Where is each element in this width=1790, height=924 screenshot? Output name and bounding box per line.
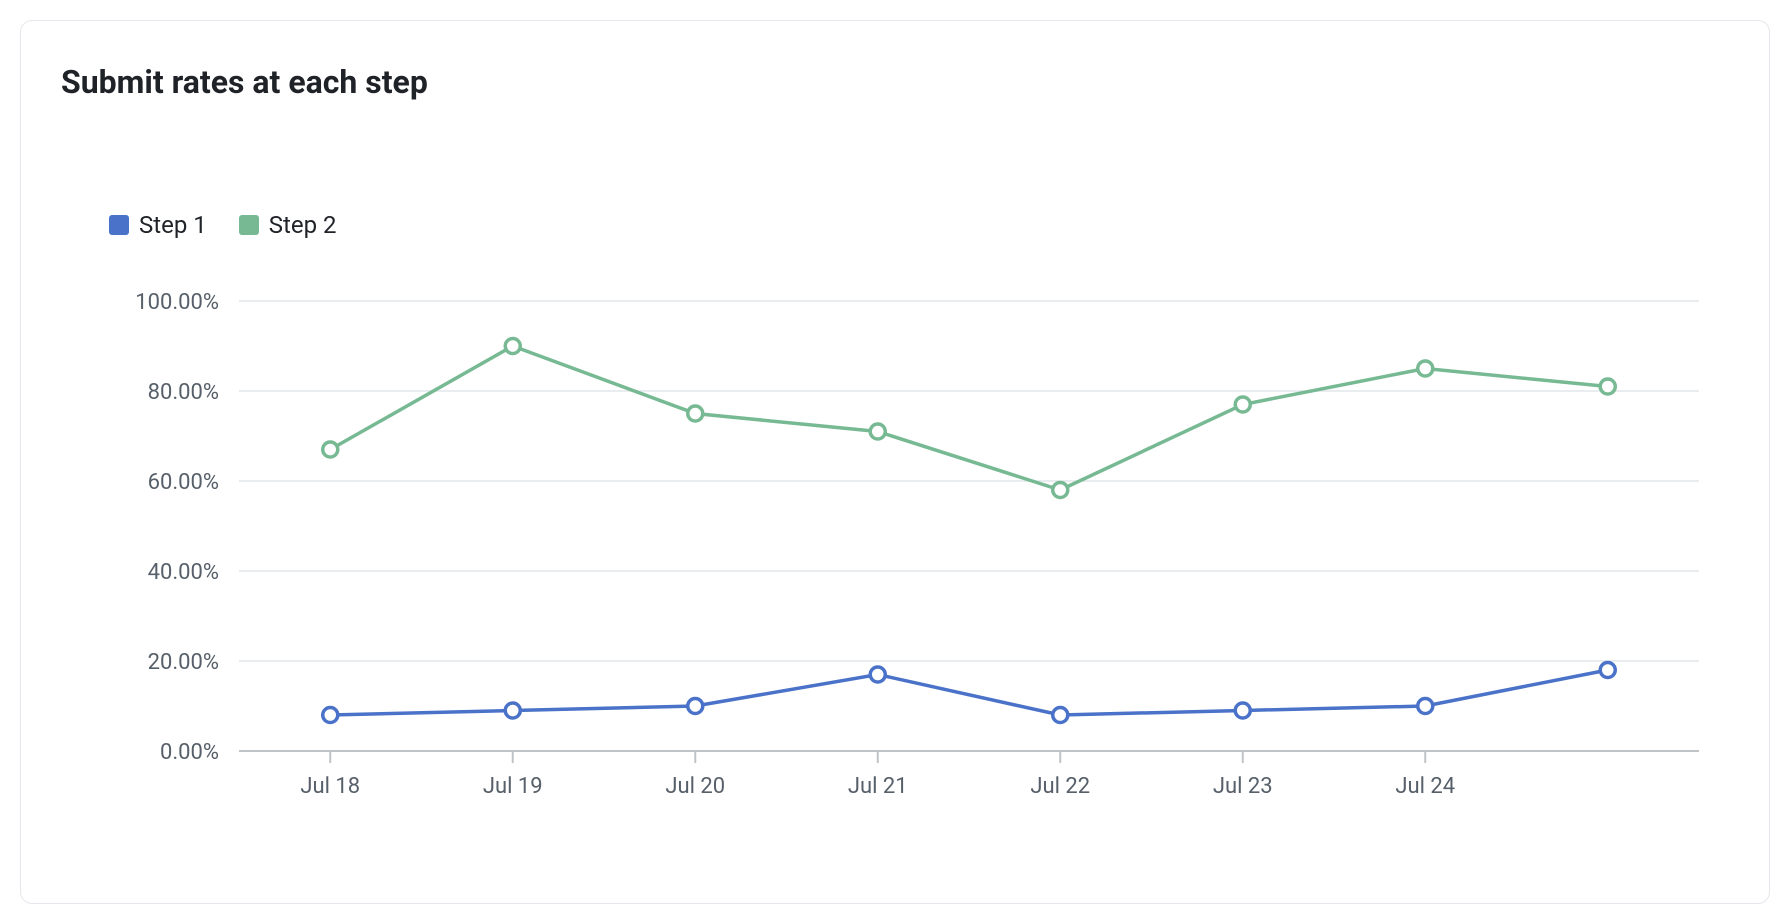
x-tick-label: Jul 23 [1213,774,1273,799]
data-point [1600,379,1615,394]
chart-card: Submit rates at each step Step 1 Step 2 … [20,20,1770,904]
y-tick-label: 80.00% [148,380,219,405]
legend-item-step-2: Step 2 [239,211,337,239]
x-tick-label: Jul 24 [1395,774,1455,799]
data-point [1418,699,1433,714]
data-point [1235,397,1250,412]
legend-label-step-2: Step 2 [269,211,337,239]
legend-item-step-1: Step 1 [109,211,207,239]
y-tick-label: 0.00% [160,740,219,765]
y-tick-label: 60.00% [148,470,219,495]
legend-swatch-step-1 [109,215,129,235]
x-tick-label: Jul 20 [665,774,725,799]
series-line-step-1 [330,670,1608,715]
chart-legend: Step 1 Step 2 [109,211,337,239]
data-point [688,406,703,421]
data-point [870,424,885,439]
x-tick-label: Jul 21 [848,774,908,799]
data-point [1053,483,1068,498]
data-point [1053,708,1068,723]
chart-title: Submit rates at each step [61,63,428,101]
chart-plot-area: 0.00% 20.00% 40.00% 60.00% 80.00% 100.00% Jul … [109,281,1709,841]
y-tick-label: 40.00% [148,560,219,585]
data-point [1418,361,1433,376]
data-point [688,699,703,714]
data-point [323,442,338,457]
data-point [505,703,520,718]
data-point [323,708,338,723]
data-point [870,667,885,682]
x-tick-label: Jul 22 [1030,774,1090,799]
x-tick-label: Jul 18 [300,774,360,799]
legend-swatch-step-2 [239,215,259,235]
data-point [1600,663,1615,678]
legend-label-step-1: Step 1 [139,211,207,239]
data-point [505,339,520,354]
y-tick-label: 20.00% [148,650,219,675]
x-tick-label: Jul 19 [483,774,543,799]
chart-svg: 0.00% 20.00% 40.00% 60.00% 80.00% 100.00% Jul … [109,281,1709,841]
data-point [1235,703,1250,718]
y-tick-label: 100.00% [135,290,219,315]
